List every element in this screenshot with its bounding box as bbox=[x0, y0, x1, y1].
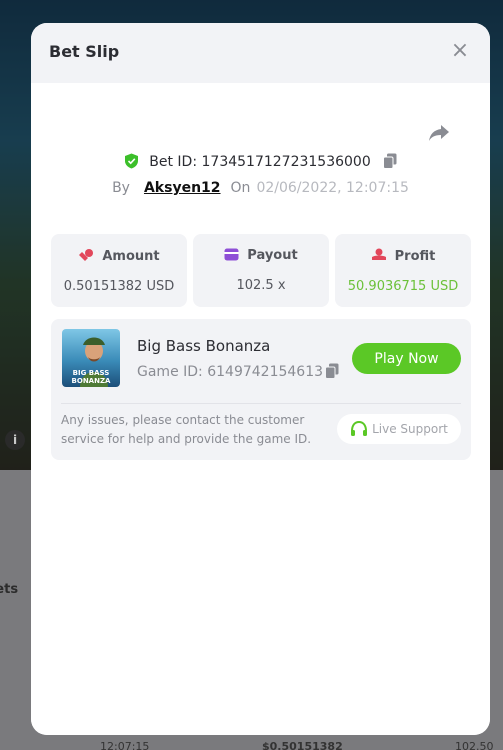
headset-icon bbox=[351, 420, 368, 436]
shield-check-icon bbox=[124, 153, 139, 173]
stat-payout: Payout 102.5 x bbox=[193, 234, 329, 307]
live-support-label: Live Support bbox=[372, 422, 448, 436]
game-id-row: Game ID: 6149742154613 bbox=[137, 364, 323, 380]
bet-time: 12:07:15 bbox=[100, 740, 150, 750]
stat-amount: Amount 0.50151382 USD bbox=[51, 234, 187, 307]
bet-slip-modal: Bet Slip × Bet ID: 1734517127231536000 B… bbox=[31, 23, 490, 735]
modal-header: Bet Slip × bbox=[31, 23, 490, 83]
bet-history-row: 12:07:15 $0.50151382 102.50 bbox=[0, 740, 503, 750]
trophy-icon bbox=[371, 248, 386, 260]
game-card: BIG BASS BONANZA Big Bass Bonanza Game I… bbox=[51, 319, 471, 460]
modal-body: Bet ID: 1734517127231536000 By Aksyen12 On… bbox=[31, 83, 490, 735]
bets-section-label: bets bbox=[0, 582, 19, 597]
divider bbox=[61, 403, 461, 404]
thumbnail-caption: BIG BASS BONANZA bbox=[71, 369, 111, 385]
support-notice: Any issues, please contact the customer … bbox=[61, 413, 312, 446]
copy-icon[interactable] bbox=[325, 363, 339, 383]
live-support-button[interactable]: Live Support bbox=[337, 414, 461, 444]
bet-id-row: Bet ID: 1734517127231536000 bbox=[31, 153, 490, 173]
game-id-value: 6149742154613 bbox=[207, 364, 324, 380]
game-name: Big Bass Bonanza bbox=[137, 337, 271, 355]
coins-icon bbox=[79, 249, 94, 261]
close-button[interactable]: × bbox=[450, 40, 470, 62]
info-icon[interactable]: i bbox=[5, 430, 25, 450]
by-label: By bbox=[112, 180, 130, 196]
wallet-icon bbox=[224, 248, 239, 261]
game-id-label: Game ID: bbox=[137, 364, 203, 380]
bet-stats: Amount 0.50151382 USD Payout 102.5 x Pro… bbox=[51, 234, 471, 307]
bet-id-label: Bet ID: bbox=[149, 154, 198, 170]
bet-amount: $0.50151382 bbox=[262, 740, 343, 750]
bet-date: 02/06/2022, 12:07:15 bbox=[256, 180, 409, 196]
bet-payout: 102.50 bbox=[455, 740, 494, 750]
stat-profit-label: Profit bbox=[394, 249, 436, 264]
stat-payout-label: Payout bbox=[247, 248, 298, 263]
stat-profit: Profit 50.9036715 USD bbox=[335, 234, 471, 307]
on-label: On bbox=[230, 180, 251, 196]
stat-profit-value: 50.9036715 USD bbox=[347, 279, 459, 294]
stat-amount-value: 0.50151382 USD bbox=[63, 279, 175, 294]
copy-icon[interactable] bbox=[383, 153, 397, 173]
stat-payout-value: 102.5 x bbox=[236, 278, 286, 293]
game-thumbnail[interactable]: BIG BASS BONANZA bbox=[62, 329, 120, 387]
bet-meta-row: By Aksyen12 On 02/06/2022, 12:07:15 bbox=[31, 180, 490, 196]
share-icon[interactable] bbox=[428, 123, 450, 143]
user-link[interactable]: Aksyen12 bbox=[144, 180, 221, 196]
play-now-button[interactable]: Play Now bbox=[352, 343, 461, 374]
stat-amount-label: Amount bbox=[102, 249, 160, 264]
modal-title: Bet Slip bbox=[49, 42, 120, 61]
bet-id-value: 1734517127231536000 bbox=[201, 154, 371, 170]
